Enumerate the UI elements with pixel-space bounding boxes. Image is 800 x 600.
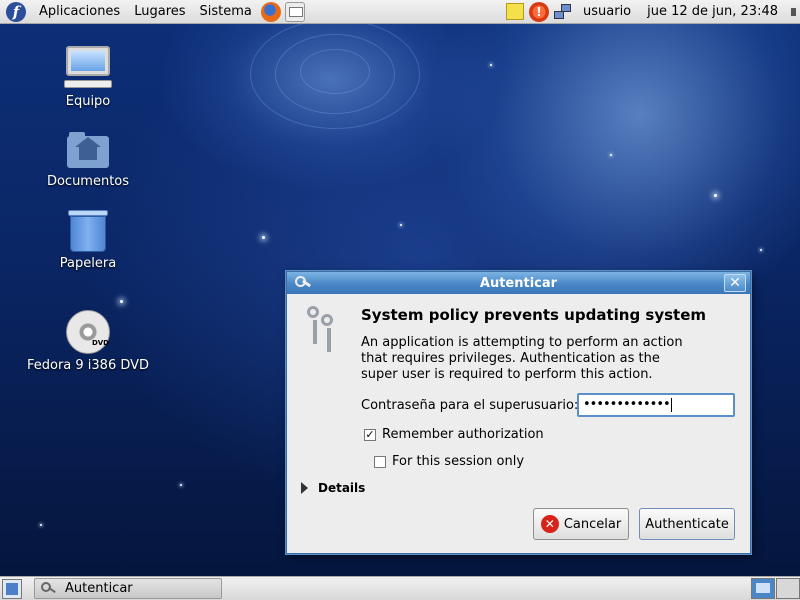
details-expander[interactable]: Details [301, 481, 365, 495]
session-only-checkbox[interactable]: For this session only [374, 454, 524, 469]
expander-arrow-icon [301, 482, 308, 494]
menu-lugares[interactable]: Lugares [127, 0, 192, 24]
workspace-2[interactable] [776, 578, 800, 599]
show-desktop-icon[interactable] [2, 578, 22, 599]
network-icon[interactable] [553, 2, 573, 22]
desktop-icon-documentos[interactable]: Documentos [18, 132, 158, 189]
desktop-icon-label: Equipo [65, 94, 111, 109]
background-star [760, 249, 762, 251]
key-icon [41, 581, 57, 596]
taskbar-window-button[interactable]: Autenticar [34, 578, 222, 599]
close-icon: ✕ [729, 275, 741, 291]
menu-aplicaciones[interactable]: Aplicaciones [32, 0, 127, 24]
dialog-titlebar[interactable]: Autenticar ✕ [287, 272, 750, 294]
fedora-logo-icon[interactable]: f [6, 1, 26, 22]
user-name[interactable]: usuario [575, 4, 639, 19]
background-star [120, 300, 123, 303]
cancel-label: Cancelar [563, 516, 622, 532]
bottom-panel: Autenticar [0, 576, 800, 600]
mail-icon[interactable] [284, 1, 305, 22]
background-swirl [300, 49, 370, 94]
password-value: ••••••••••••• [583, 397, 671, 412]
details-label: Details [318, 481, 366, 495]
keys-icon [305, 306, 345, 352]
background-star [262, 236, 265, 239]
computer-icon [64, 46, 112, 90]
background-star [400, 224, 402, 226]
notes-icon[interactable] [505, 2, 525, 22]
cancel-button[interactable]: ✕ Cancelar [533, 508, 629, 540]
desktop-icon-label: Documentos [46, 174, 130, 189]
clock[interactable]: jue 12 de jun, 23:48 [639, 4, 786, 19]
background-star [180, 484, 182, 486]
top-panel: f Aplicaciones Lugares Sistema ! usuario… [0, 0, 800, 24]
text-caret [670, 397, 672, 412]
remember-authorization-label: Remember authorization [382, 427, 544, 442]
menu-sistema[interactable]: Sistema [193, 0, 259, 24]
auth-dialog: Autenticar ✕ System policy prevents upda… [286, 271, 751, 554]
desktop-icon-label: Fedora 9 i386 DVD [26, 358, 150, 373]
update-icon[interactable]: ! [529, 1, 549, 22]
password-field[interactable]: ••••••••••••• [577, 393, 735, 417]
dvd-icon: DVD [66, 310, 110, 354]
firefox-icon[interactable] [260, 1, 281, 22]
home-folder-icon [67, 132, 109, 170]
workspace-1[interactable] [751, 578, 775, 599]
background-star [714, 194, 717, 197]
authenticate-label: Authenticate [645, 516, 729, 532]
desktop-icon-dvd[interactable]: DVD Fedora 9 i386 DVD [18, 310, 158, 373]
background-star [40, 524, 42, 526]
remember-authorization-checkbox[interactable]: ✓ Remember authorization [364, 427, 544, 442]
dialog-heading: System policy prevents updating system [361, 306, 707, 324]
trash-icon [68, 210, 108, 252]
session-only-label: For this session only [392, 454, 525, 469]
authenticate-button[interactable]: Authenticate [639, 508, 735, 540]
desktop-icon-label: Papelera [59, 256, 117, 271]
dialog-title: Autenticar [479, 275, 558, 291]
cancel-icon: ✕ [540, 515, 559, 533]
close-button[interactable]: ✕ [724, 274, 746, 292]
background-star [490, 64, 492, 66]
desktop-icon-papelera[interactable]: Papelera [18, 210, 158, 271]
password-label: Contraseña para el superusuario: [361, 398, 579, 413]
volume-icon[interactable] [788, 3, 800, 21]
taskbar-window-label: Autenticar [65, 581, 133, 596]
background-star [610, 154, 612, 156]
checkbox-unchecked-icon [374, 455, 386, 468]
checkbox-checked-icon: ✓ [364, 427, 376, 441]
dialog-message: An application is attempting to perform … [361, 335, 683, 382]
desktop-icon-equipo[interactable]: Equipo [18, 46, 158, 109]
